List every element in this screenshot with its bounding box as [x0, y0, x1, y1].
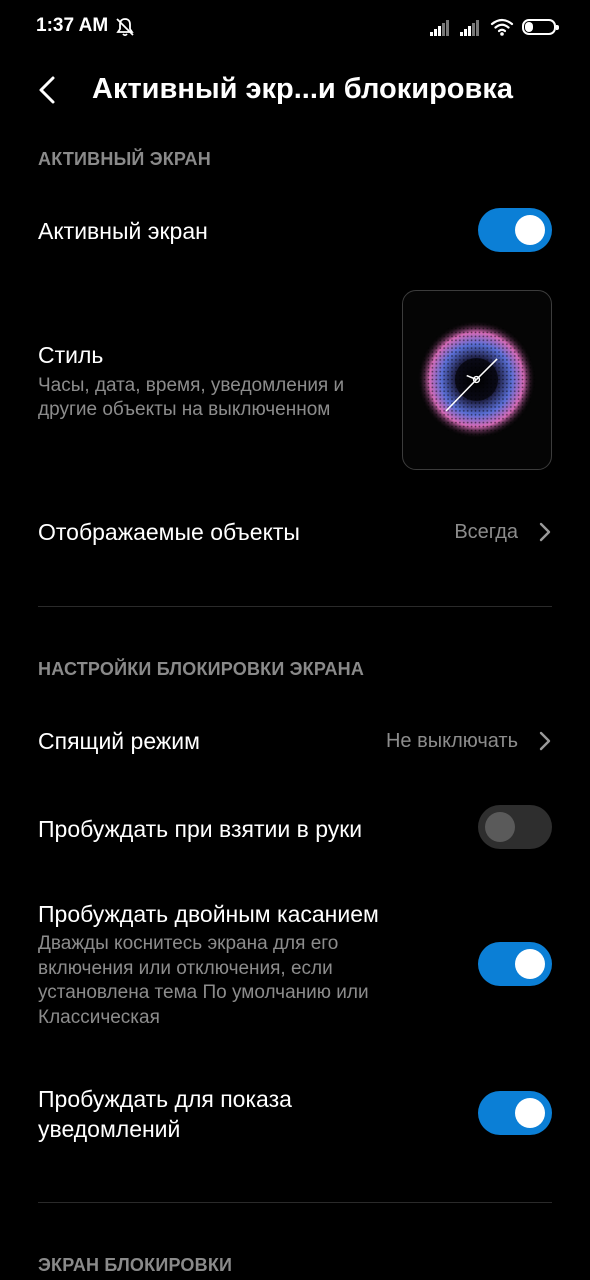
- style-preview-thumbnail[interactable]: [402, 290, 552, 470]
- setting-active-screen[interactable]: Активный экран: [0, 190, 590, 274]
- setting-title: Пробуждать двойным касанием: [38, 901, 379, 927]
- setting-title: Пробуждать для показа: [38, 1086, 292, 1112]
- chevron-right-icon: [539, 522, 551, 542]
- setting-title: Пробуждать при взятии в руки: [38, 816, 363, 842]
- setting-title: Стиль: [38, 342, 104, 368]
- battery-level-fill: [525, 22, 533, 32]
- setting-subtitle: установлена тема По умолчанию или: [38, 982, 369, 1003]
- battery-icon: 27: [522, 19, 559, 35]
- status-bar: 1:37 AM 27: [0, 0, 590, 56]
- wake-double-tap-toggle[interactable]: [478, 942, 552, 986]
- chevron-left-icon[interactable]: [28, 70, 68, 110]
- divider: [38, 1202, 552, 1203]
- setting-title: Активный экран: [38, 218, 208, 244]
- setting-sleep-mode[interactable]: Спящий режим Не выключать: [0, 700, 590, 782]
- status-icons: 27: [430, 16, 559, 38]
- bell-off-icon: [116, 18, 134, 37]
- setting-wake-double-tap[interactable]: Пробуждать двойным касанием Дважды косни…: [0, 886, 590, 1046]
- page-title: Активный экр...и блокировка: [92, 73, 513, 105]
- setting-title: уведомлений: [38, 1116, 181, 1142]
- active-screen-toggle[interactable]: [478, 208, 552, 252]
- section-header-active-screen: АКТИВНЫЙ ЭКРАН: [38, 149, 211, 169]
- toggle-knob: [485, 812, 515, 842]
- status-time: 1:37 AM: [36, 15, 109, 36]
- setting-subtitle: другие объекты на выключенном: [38, 399, 331, 420]
- battery-level-text: 27: [532, 21, 546, 33]
- setting-subtitle: Дважды коснитесь экрана для его: [38, 933, 339, 954]
- signal-icon: [430, 20, 449, 36]
- chevron-right-icon: [539, 731, 551, 751]
- analog-clock-dots-preview: [417, 320, 536, 439]
- section-header-lock-screen: ЭКРАН БЛОКИРОВКИ: [38, 1255, 233, 1275]
- setting-subtitle: Часы, дата, время, уведомления и: [38, 375, 345, 396]
- setting-subtitle: Классическая: [38, 1006, 160, 1028]
- divider: [38, 606, 552, 607]
- top-app-bar: Активный экр...и блокировка: [0, 60, 590, 120]
- wake-on-pickup-toggle[interactable]: [478, 805, 552, 849]
- setting-value: Всегда: [454, 521, 518, 543]
- section-header-lock-settings: НАСТРОЙКИ БЛОКИРОВКИ ЭКРАНА: [38, 659, 365, 679]
- wifi-icon: [490, 18, 514, 36]
- setting-title: Отображаемые объекты: [38, 519, 300, 545]
- toggle-knob: [515, 1098, 545, 1128]
- setting-subtitle: включения или отключения, если: [38, 957, 333, 979]
- setting-wake-on-pickup[interactable]: Пробуждать при взятии в руки: [0, 786, 590, 870]
- toggle-knob: [515, 215, 545, 245]
- wake-notifications-toggle[interactable]: [478, 1091, 552, 1135]
- signal-icon: [460, 20, 479, 36]
- setting-displayed-objects[interactable]: Отображаемые объекты Всегда: [0, 490, 590, 576]
- setting-wake-notifications[interactable]: Пробуждать для показа уведомлений: [0, 1070, 590, 1160]
- toggle-knob: [515, 949, 545, 979]
- screen: 1:37 AM 27 Активный экр...и блокировка А…: [0, 0, 590, 1280]
- setting-value: Не выключать: [385, 730, 518, 752]
- setting-title: Спящий режим: [38, 728, 200, 754]
